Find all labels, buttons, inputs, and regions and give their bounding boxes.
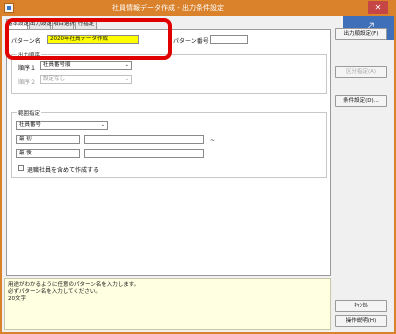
close-button[interactable]: ✕ (368, 1, 388, 14)
range-end-label: 最 後 (19, 150, 32, 156)
sort1-label: 順序１ (18, 65, 37, 72)
window-title: 社員情報データ作成 - 出力条件設定 (112, 4, 224, 12)
title-bar: 社員情報データ作成 - 出力条件設定 ✕ (0, 0, 396, 16)
range-group-title: 範囲指定 (17, 109, 42, 117)
help-panel: 用途がわかるように任意のパターン名を入力します。 必ずパターン名を入力してくださ… (4, 278, 331, 330)
subtotal-button[interactable]: 区分指定(A) (335, 66, 387, 78)
range-start-name (84, 135, 204, 144)
pattern-number-label: パターン番号 (173, 38, 209, 45)
chevron-down-icon: ⌄ (124, 62, 129, 68)
help-line-2: 必ずパターン名を入力してください。 (8, 289, 101, 295)
output-sort-button[interactable]: 出力順設定(F) (335, 28, 387, 40)
pattern-name-highlight (5, 18, 172, 60)
range-field-value: 社員番号 (19, 122, 42, 128)
help-line-1: 用途がわかるように任意のパターン名を入力します。 (8, 282, 140, 288)
chevron-down-icon: ⌄ (100, 122, 105, 128)
sort2-value: 設定なし (43, 76, 66, 82)
pattern-number-input[interactable] (210, 35, 248, 44)
help-line-3: 20文字 (8, 296, 26, 302)
basic-settings-panel: パターン名 2020年社員データ作成 パターン番号 出力順序 順序１ 社員番号順… (6, 29, 331, 276)
chevron-down-icon: ⌄ (124, 76, 129, 82)
sort2-select[interactable]: 設定なし ⌄ (40, 75, 132, 84)
range-field-select[interactable]: 社員番号 ⌄ (16, 121, 108, 130)
sort-order-group: 出力順序 順序１ 社員番号順 ⌄ 順序２ 設定なし ⌄ (11, 51, 327, 94)
sort2-label: 順序２ (18, 79, 37, 86)
range-end-label-box: 最 後 (16, 149, 80, 158)
help-button[interactable]: 操作説明(H) (335, 315, 387, 327)
range-tilde: ~ (210, 137, 216, 144)
range-start-label-box: 最 初 (16, 135, 80, 144)
retired-checkbox[interactable] (18, 165, 24, 171)
dialog-client: ⤢ 基本設定 出力設定 項目選択 行指定 パターン名 2020年社員データ作成 … (2, 16, 394, 332)
retired-checkbox-label: 退職社員を含めて作成する (27, 167, 100, 174)
range-group: 範囲指定 社員番号 ⌄ 最 初 ~ 最 後 退職社員を含めて作成する (11, 109, 327, 178)
range-start-label: 最 初 (19, 136, 32, 142)
cancel-button[interactable]: ｷｬﾝｾﾙ (335, 300, 387, 312)
sort1-value: 社員番号順 (43, 62, 71, 68)
condition-settings-button[interactable]: 条件設定(D)... (335, 95, 387, 107)
range-end-name (84, 149, 204, 158)
sort1-select[interactable]: 社員番号順 ⌄ (40, 61, 132, 70)
